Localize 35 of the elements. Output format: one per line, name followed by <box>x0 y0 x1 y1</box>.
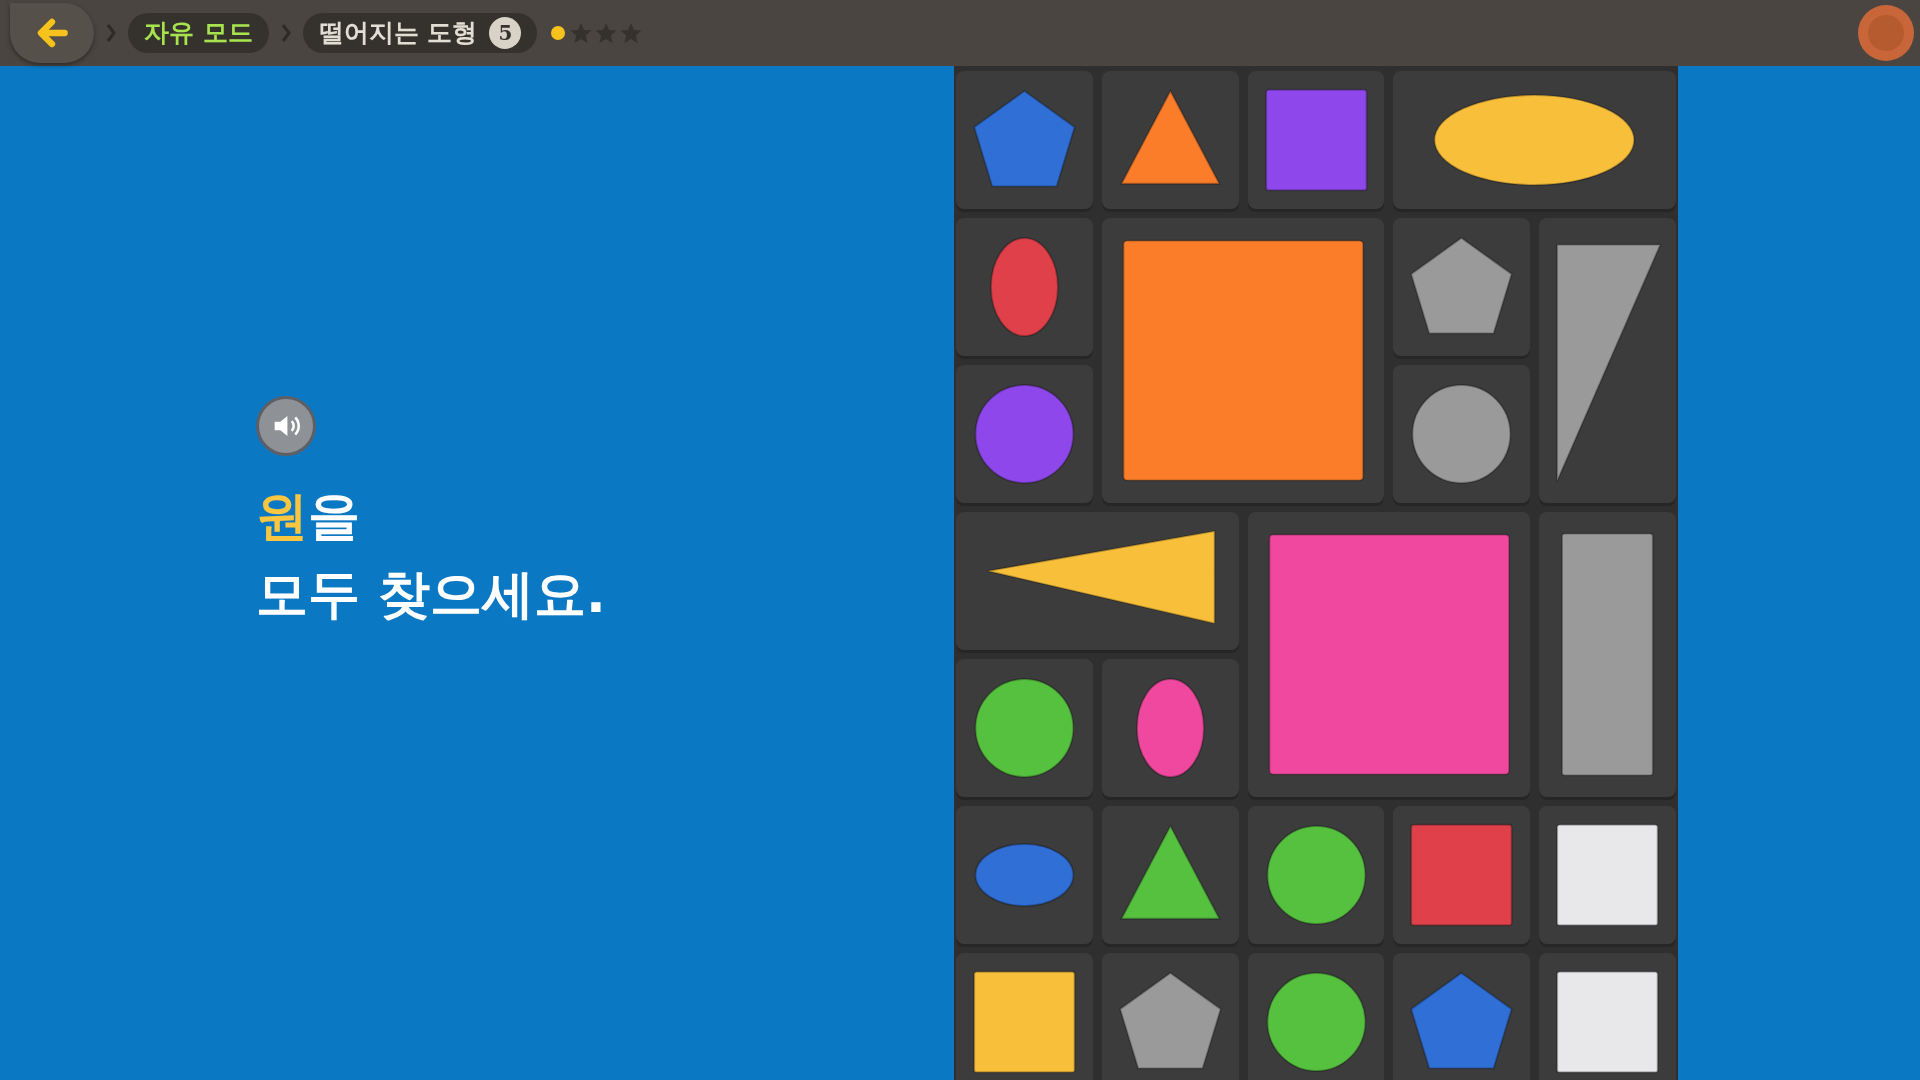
shape-tile[interactable] <box>1247 71 1385 209</box>
shape-tile[interactable] <box>1247 953 1385 1080</box>
shape-tile[interactable] <box>1101 953 1239 1080</box>
shape-tile[interactable] <box>1101 71 1239 209</box>
level-badge: 5 <box>489 17 522 49</box>
prompt-text: 원을 <box>256 485 360 548</box>
shape-tile[interactable] <box>1247 512 1531 797</box>
shape-tile[interactable] <box>956 365 1093 503</box>
back-button[interactable] <box>10 3 94 63</box>
shape-tile[interactable] <box>956 806 1093 944</box>
shape-tile[interactable] <box>1101 659 1239 797</box>
shape-tile[interactable] <box>956 659 1093 797</box>
prompt-text: 모두 찾으세요. <box>256 563 606 626</box>
shape-tile[interactable] <box>1393 953 1531 1080</box>
chevron-icon <box>106 23 116 43</box>
shape-tile[interactable] <box>1393 71 1676 209</box>
breadcrumb-label: 자유 모드 <box>144 17 253 50</box>
shape-tile[interactable] <box>1393 218 1531 356</box>
shape-tile[interactable] <box>956 512 1239 650</box>
shape-tile[interactable] <box>956 218 1093 356</box>
shape-tile[interactable] <box>956 71 1093 209</box>
shape-tile[interactable] <box>1539 512 1676 797</box>
shape-tile[interactable] <box>1539 953 1676 1080</box>
shape-tile[interactable] <box>1101 218 1385 503</box>
speaker-button[interactable] <box>256 396 316 456</box>
shape-tile[interactable] <box>1539 806 1676 944</box>
shape-tile[interactable] <box>956 953 1093 1080</box>
shape-tile[interactable] <box>1101 806 1239 944</box>
shape-tile[interactable] <box>1247 806 1385 944</box>
mode-link[interactable]: 자유 모드 <box>128 13 269 53</box>
shape-tile[interactable] <box>1393 365 1531 503</box>
breadcrumb-label: 떨어지는 도형 <box>318 17 478 50</box>
chevron-icon <box>280 23 291 43</box>
shape-tile[interactable] <box>1393 806 1531 944</box>
shape-tile[interactable] <box>1539 218 1676 503</box>
